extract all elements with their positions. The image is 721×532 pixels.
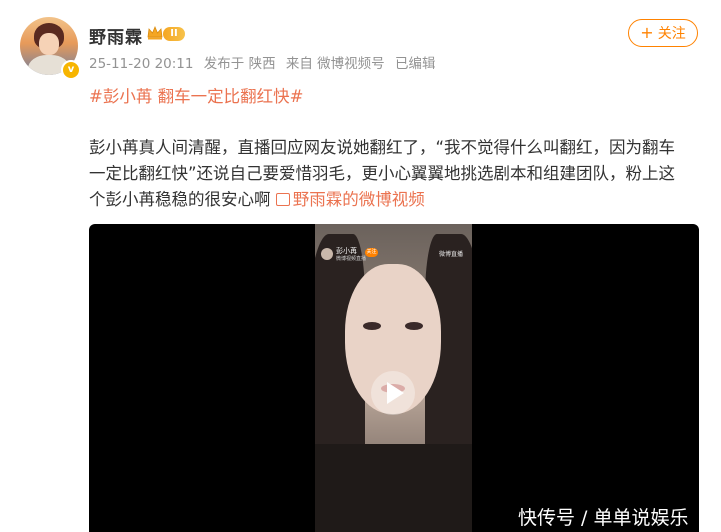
level-badge: II [163,27,185,41]
video-player[interactable]: 彭小苒 微博视频直播 关注 微博直播 [89,224,699,532]
video-link-label: 野雨霖的微博视频 [292,190,425,209]
post-location: 发布于 陕西 [203,56,276,72]
follow-button[interactable]: + 关注 [628,19,698,47]
stream-follow-badge: 关注 [365,248,378,257]
post-text-line-end: 个彭小苒稳稳的很安心啊 [89,190,276,209]
play-button[interactable] [371,371,415,415]
post-text-line: 彭小苒真人间清醒，直播回应网友说她翻红了，“我不觉得什么叫翻红，因为翻车 [89,138,676,157]
verified-icon: v [61,60,81,80]
edited-label: 已编辑 [394,56,436,72]
post-text: 彭小苒真人间清醒，直播回应网友说她翻红了，“我不觉得什么叫翻红，因为翻车 一定比… [89,135,701,213]
post-timestamp[interactable]: 25-11-20 20:11 [89,56,193,72]
stream-subtitle: 微博视频直播 [336,256,367,262]
source-watermark: 快传号 / 单单说娱乐 [518,507,689,529]
post-source[interactable]: 来自 微博视频号 [286,56,385,72]
frame-coat [315,444,472,532]
stream-watermark: 微博直播 [439,251,464,258]
post-text-line: 个彭小苒稳稳的很安心啊 野雨霖的微博视频 [89,187,701,213]
video-link[interactable]: 野雨霖的微博视频 [275,190,425,209]
follow-label: 关注 [657,26,686,42]
avatar-face [39,33,59,55]
frame-eye-right [405,322,423,330]
frame-eye-left [363,322,381,330]
topic-hashtag[interactable]: #彭小苒 翻车一定比翻红快# [89,83,303,107]
crown-icon [147,25,163,40]
play-icon [387,382,404,404]
post-text-line: 一定比翻红快”还说自己要爱惜羽毛，更小心翼翼地挑选剧本和组建团队，粉上这 [89,164,676,183]
stream-avatar [321,248,333,260]
username[interactable]: 野雨霖 [89,23,143,48]
post-meta: 25-11-20 20:11 发布于 陕西 来自 微博视频号 已编辑 [89,52,441,72]
plus-icon: + [640,23,654,42]
video-link-icon [275,193,290,206]
